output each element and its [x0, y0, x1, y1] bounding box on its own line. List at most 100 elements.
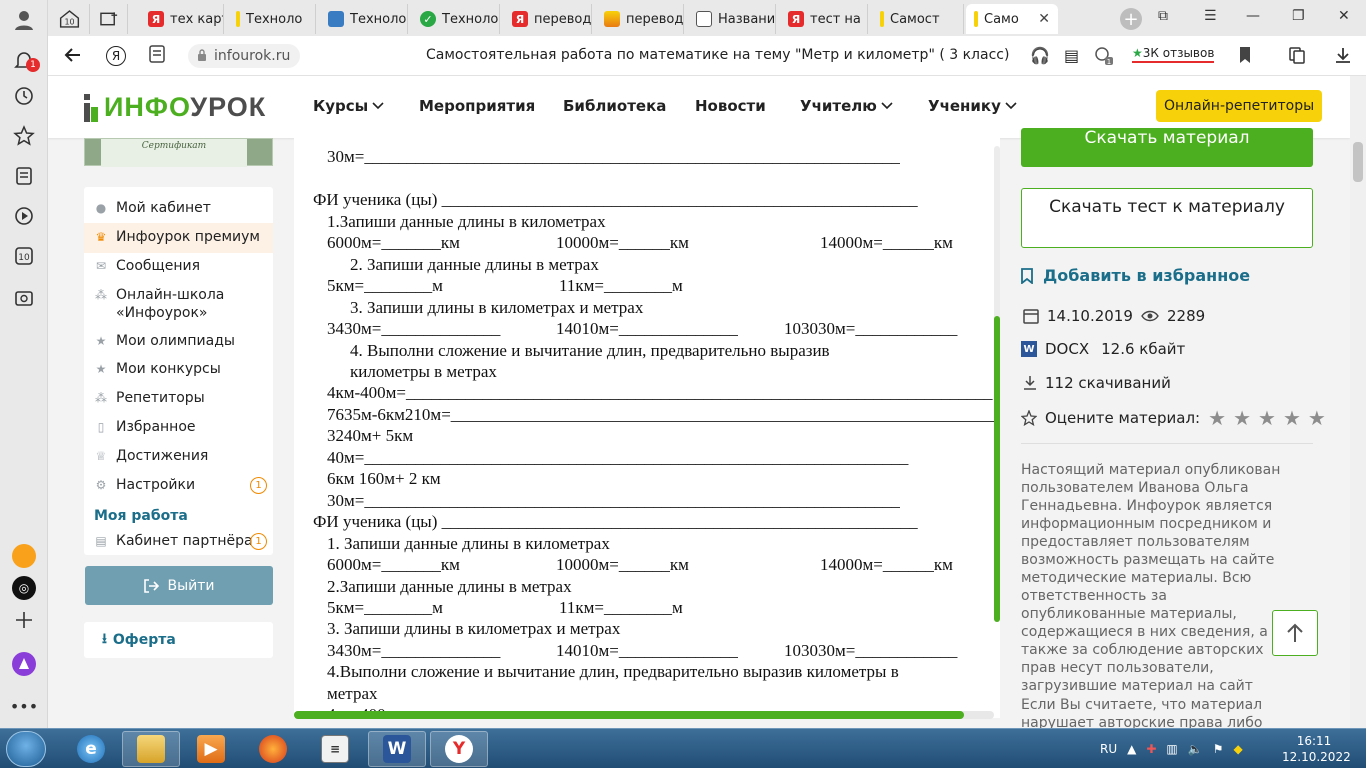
taskbar-explorer[interactable] — [122, 731, 180, 767]
menu-online-school[interactable]: ⁂ Онлайн-школа «Инфоурок» — [84, 286, 234, 322]
taskbar-ie[interactable]: e — [62, 731, 120, 767]
calendar-10-icon[interactable]: 10 — [12, 244, 36, 268]
certificate-image[interactable]: Сертификат — [84, 138, 273, 167]
tab-3[interactable]: Техноло — [320, 4, 408, 34]
tab-active[interactable]: Само ✕ — [966, 4, 1058, 34]
alice-icon[interactable] — [12, 652, 36, 676]
back-icon[interactable] — [64, 46, 82, 69]
url-field[interactable]: infourok.ru — [188, 44, 301, 68]
network-icon[interactable]: ▥ — [1166, 742, 1177, 756]
close-window-icon[interactable]: ✕ — [1338, 8, 1350, 24]
nav-teacher[interactable]: Учителю — [800, 97, 893, 115]
menu-partner[interactable]: ▤ Кабинет партнёра 1 — [84, 532, 273, 550]
tray-app-icon[interactable]: ✚ — [1146, 742, 1156, 756]
oferta-link[interactable]: ⭳ Оферта — [84, 622, 273, 658]
minimize-icon[interactable]: — — [1246, 8, 1260, 24]
menu-favorites[interactable]: ▯ Избранное — [84, 418, 273, 436]
taskbar-notes[interactable]: ≡ — [306, 731, 364, 767]
app-orange-icon[interactable] — [12, 544, 36, 568]
nav-student[interactable]: Ученику — [928, 97, 1017, 115]
bookmark-icon[interactable] — [1238, 46, 1252, 69]
start-button[interactable] — [6, 731, 46, 767]
restore-icon[interactable]: ❐ — [1292, 8, 1305, 24]
tab-group-icon[interactable]: 10 — [50, 4, 90, 34]
tab-pin-icon[interactable] — [92, 4, 128, 34]
menu-messages[interactable]: ✉ Сообщения — [84, 257, 273, 275]
document-horizontal-scrollbar[interactable] — [294, 711, 994, 719]
rating-star-2[interactable]: ★ — [1233, 406, 1251, 430]
profile-icon[interactable] — [12, 8, 36, 32]
taskbar-yandex[interactable]: Y — [430, 731, 488, 767]
tab-9[interactable]: Самост — [872, 4, 964, 34]
play-icon[interactable] — [12, 204, 36, 228]
add-app-icon[interactable] — [12, 608, 36, 632]
scroll-thumb[interactable] — [1353, 142, 1363, 182]
logout-button[interactable]: Выйти — [85, 566, 273, 605]
tab-6[interactable]: перевод — [596, 4, 684, 34]
tab-5[interactable]: Яперевод — [504, 4, 592, 34]
nav-news[interactable]: Новости — [695, 97, 766, 115]
close-tab-icon[interactable]: ✕ — [1038, 11, 1050, 27]
tab-4[interactable]: ✓ Техноло — [412, 4, 500, 34]
yandex-home-icon[interactable]: Я — [106, 46, 126, 66]
menu-tutors[interactable]: ⁂ Репетиторы — [84, 389, 273, 407]
taskbar-media[interactable]: ▶ — [182, 731, 240, 767]
copy-icon[interactable] — [1288, 46, 1306, 69]
page-scrollbar[interactable] — [1350, 76, 1366, 728]
flag-icon[interactable]: ⚑ — [1213, 742, 1224, 756]
user-menu: ● Мой кабинет ♛ Инфоурок премиум ✉ Сообщени… — [84, 187, 273, 555]
new-tab-button[interactable]: + — [1120, 8, 1142, 30]
menu-my-cabinet[interactable]: ● Мой кабинет — [84, 199, 273, 217]
rating-star-5[interactable]: ★ — [1308, 406, 1326, 430]
scroll-thumb[interactable] — [294, 711, 964, 719]
document-preview[interactable]: 30м=____________________________________… — [294, 138, 1000, 718]
download-icon[interactable] — [1334, 46, 1352, 69]
nav-courses[interactable]: Курсы — [313, 97, 384, 115]
notes-icon[interactable] — [12, 164, 36, 188]
download-material-button[interactable]: Скачать материал — [1021, 128, 1313, 167]
doc-line: 14010м=______________ — [556, 319, 738, 338]
update-icon[interactable]: ◆ — [1233, 742, 1242, 756]
add-to-favorites[interactable]: Добавить в избранное — [1021, 266, 1250, 285]
online-tutors-button[interactable]: Онлайн-репетиторы — [1156, 90, 1323, 122]
headphones-icon[interactable]: 🎧 — [1030, 46, 1050, 65]
tab-7[interactable]: Названи — [688, 4, 776, 34]
screenshot-icon[interactable] — [12, 286, 36, 310]
menu-olympiads[interactable]: ★ Мои олимпиады — [84, 332, 273, 350]
nav-library[interactable]: Библиотека — [563, 97, 666, 115]
infourok-logo[interactable]: ИНФОУРОК — [84, 92, 266, 123]
document-vertical-scrollbar[interactable] — [994, 146, 1000, 622]
menu-achievements[interactable]: ♕ Достижения — [84, 447, 273, 465]
menu-icon[interactable]: ☰ — [1204, 8, 1217, 24]
nav-events[interactable]: Мероприятия — [419, 97, 535, 115]
tab-2[interactable]: Техноло — [228, 4, 316, 34]
doc-line: 10000м=______км — [556, 555, 689, 574]
rating-star-3[interactable]: ★ — [1258, 406, 1276, 430]
taskbar-word[interactable]: W — [368, 731, 426, 767]
reader-icon[interactable]: ▤ — [1064, 46, 1079, 65]
rating-star-1[interactable]: ★ — [1208, 406, 1226, 430]
more-icon[interactable]: ••• — [10, 694, 38, 718]
bookmarks-icon[interactable] — [12, 124, 36, 148]
language-indicator[interactable]: RU — [1100, 742, 1117, 756]
clock[interactable]: 16:11 12.10.2022 — [1282, 733, 1351, 765]
collections-icon[interactable]: ⧉ — [1158, 8, 1168, 24]
tab-8[interactable]: Ятест на — [780, 4, 868, 34]
menu-settings[interactable]: ⚙ Настройки 1 — [84, 476, 273, 494]
reviews-link[interactable]: ★3К отзывов — [1132, 46, 1215, 63]
star-icon: ★ — [95, 334, 107, 348]
taskbar-firefox[interactable] — [244, 731, 302, 767]
menu-contests[interactable]: ★ Мои конкурсы — [84, 360, 273, 378]
scroll-to-top-button[interactable] — [1272, 610, 1318, 656]
scroll-thumb[interactable] — [994, 316, 1000, 622]
volume-icon[interactable]: 🔈 — [1188, 742, 1203, 756]
tab-1[interactable]: Ятех карт — [140, 4, 224, 34]
history-icon[interactable] — [12, 84, 36, 108]
tray-arrow-icon[interactable]: ▲ — [1127, 742, 1136, 756]
menu-premium[interactable]: ♛ Инфоурок премиум — [84, 223, 273, 253]
tableau-icon[interactable] — [148, 44, 166, 69]
rating-star-4[interactable]: ★ — [1283, 406, 1301, 430]
extensions-icon[interactable]: 1 — [1094, 46, 1114, 71]
app-camera-icon[interactable]: ◎ — [12, 576, 36, 600]
download-test-button[interactable]: Скачать тест к материалу — [1021, 188, 1313, 248]
